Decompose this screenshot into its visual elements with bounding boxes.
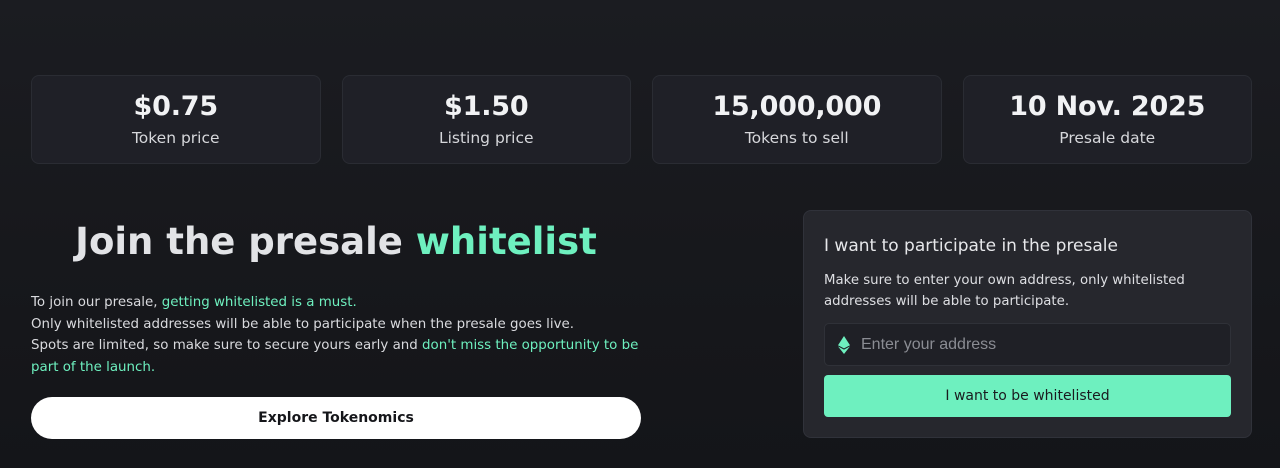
stat-label: Listing price <box>438 128 534 147</box>
page-title: Join the presale whitelist <box>31 218 641 266</box>
address-field[interactable] <box>824 323 1231 366</box>
stat-card-presale-date: 10 Nov. 2025 Presale date <box>962 75 1252 164</box>
stat-value: $0.75 <box>133 90 219 122</box>
panel-title: I want to participate in the presale <box>824 236 1118 256</box>
stat-label: Presale date <box>1059 128 1156 147</box>
stat-value: 15,000,000 <box>712 90 882 122</box>
intro-line3-plain: Spots are limited, so make sure to secur… <box>31 338 423 353</box>
stat-card-tokens-to-sell: 15,000,000 Tokens to sell <box>652 75 942 164</box>
whitelist-submit-button[interactable]: I want to be whitelisted <box>824 375 1231 417</box>
intro-text: To join our presale, getting whitelisted… <box>31 292 641 378</box>
address-input[interactable] <box>861 324 1221 365</box>
ethereum-icon <box>838 336 850 354</box>
stat-value: 10 Nov. 2025 <box>1009 90 1206 122</box>
stat-label: Tokens to sell <box>744 128 849 147</box>
page-title-plain: Join the presale <box>75 220 416 263</box>
stat-value: $1.50 <box>444 90 529 122</box>
panel-description: Make sure to enter your own address, onl… <box>824 273 1185 309</box>
stat-label: Token price <box>131 128 220 147</box>
intro-line1-plain: To join our presale, <box>31 295 162 310</box>
whitelist-panel: I want to participate in the presale Mak… <box>803 210 1252 438</box>
page-title-accent: whitelist <box>415 220 597 263</box>
stats-row: $0.75 Token price $1.50 Listing price 15… <box>31 75 1252 164</box>
stat-card-listing-price: $1.50 Listing price <box>341 75 631 164</box>
stat-card-token-price: $0.75 Token price <box>31 75 321 164</box>
explore-tokenomics-button[interactable]: Explore Tokenomics <box>31 397 641 439</box>
intro-line1-accent: getting whitelisted is a must. <box>161 295 357 310</box>
intro-line2: Only whitelisted addresses will be able … <box>31 316 575 332</box>
